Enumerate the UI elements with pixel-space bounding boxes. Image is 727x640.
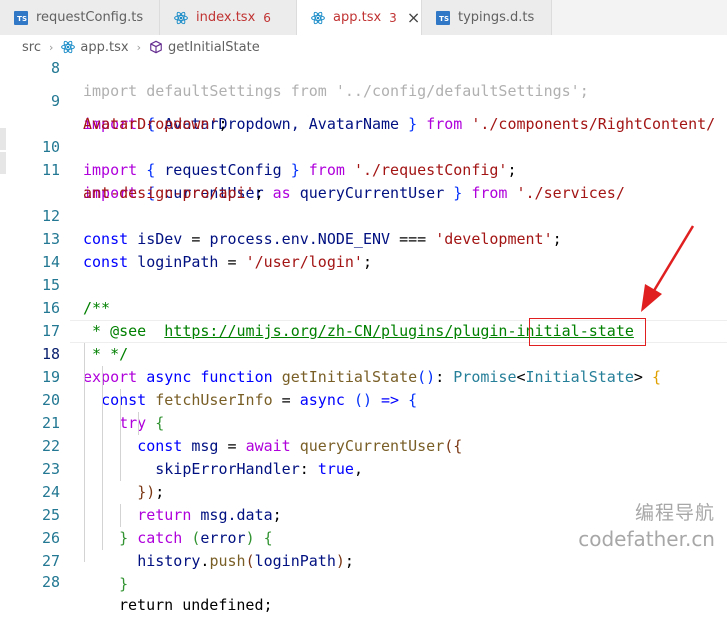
code-text: return undefined; — [119, 596, 273, 614]
line-number: 28 — [41, 573, 60, 591]
annotation-arrow — [641, 225, 695, 312]
code-text: } — [119, 575, 129, 593]
watermark-title: 编程导航 — [634, 502, 715, 524]
watermark-url: codefather.cn — [578, 527, 715, 551]
